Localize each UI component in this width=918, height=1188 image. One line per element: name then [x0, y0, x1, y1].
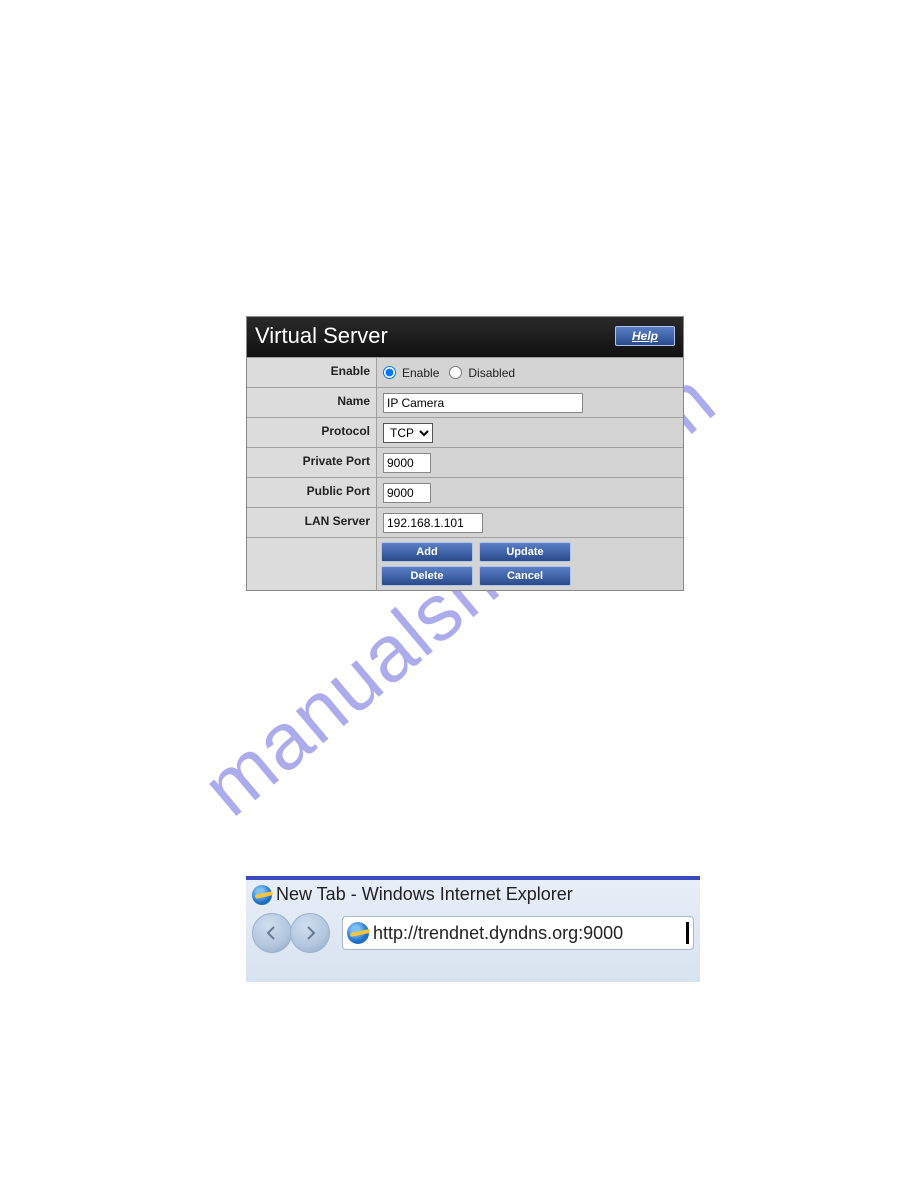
label-lan-server: LAN Server — [247, 508, 377, 537]
row-actions: Add Update Delete Cancel — [247, 537, 683, 590]
label-public-port: Public Port — [247, 478, 377, 507]
protocol-select[interactable]: TCP — [383, 423, 433, 443]
back-button[interactable] — [252, 913, 292, 953]
label-private-port: Private Port — [247, 448, 377, 477]
enable-radio[interactable] — [383, 366, 396, 379]
value-actions: Add Update Delete Cancel — [377, 538, 683, 590]
row-public-port: Public Port — [247, 477, 683, 507]
ie-titlebar: New Tab - Windows Internet Explorer — [246, 880, 700, 905]
virtual-server-panel: Virtual Server Help Enable Enable Disabl… — [246, 316, 684, 591]
text-cursor — [686, 922, 689, 944]
delete-button[interactable]: Delete — [381, 566, 473, 586]
enable-radio-label: Enable — [402, 366, 439, 380]
address-bar[interactable]: http://trendnet.dyndns.org:9000 — [342, 916, 694, 950]
button-row-2: Delete Cancel — [381, 566, 571, 586]
label-actions-empty — [247, 538, 377, 590]
arrow-left-icon — [264, 925, 280, 941]
add-button[interactable]: Add — [381, 542, 473, 562]
name-input[interactable] — [383, 393, 583, 413]
row-protocol: Protocol TCP — [247, 417, 683, 447]
label-protocol: Protocol — [247, 418, 377, 447]
cancel-button[interactable]: Cancel — [479, 566, 571, 586]
ie-window: New Tab - Windows Internet Explorer http… — [246, 876, 700, 982]
row-name: Name — [247, 387, 683, 417]
value-lan-server — [377, 508, 683, 537]
row-lan-server: LAN Server — [247, 507, 683, 537]
help-button[interactable]: Help — [615, 326, 675, 346]
value-name — [377, 388, 683, 417]
ie-favicon-icon — [347, 922, 369, 944]
label-enable: Enable — [247, 358, 377, 387]
row-private-port: Private Port — [247, 447, 683, 477]
disabled-radio-label: Disabled — [468, 366, 515, 380]
private-port-input[interactable] — [383, 453, 431, 473]
arrow-right-icon — [302, 925, 318, 941]
value-public-port — [377, 478, 683, 507]
lan-server-input[interactable] — [383, 513, 483, 533]
disabled-radio[interactable] — [449, 366, 462, 379]
ie-logo-icon — [252, 885, 272, 905]
panel-title: Virtual Server — [255, 323, 388, 349]
panel-body: Enable Enable Disabled Name Protocol TCP — [247, 357, 683, 590]
button-row-1: Add Update — [381, 542, 571, 562]
label-name: Name — [247, 388, 377, 417]
forward-button[interactable] — [290, 913, 330, 953]
value-private-port — [377, 448, 683, 477]
panel-titlebar: Virtual Server Help — [247, 317, 683, 357]
address-url[interactable]: http://trendnet.dyndns.org:9000 — [373, 923, 682, 944]
row-enable: Enable Enable Disabled — [247, 357, 683, 387]
public-port-input[interactable] — [383, 483, 431, 503]
update-button[interactable]: Update — [479, 542, 571, 562]
value-protocol: TCP — [377, 418, 683, 447]
ie-window-title: New Tab - Windows Internet Explorer — [276, 884, 573, 905]
value-enable: Enable Disabled — [377, 358, 683, 387]
ie-toolbar: http://trendnet.dyndns.org:9000 — [246, 905, 700, 961]
